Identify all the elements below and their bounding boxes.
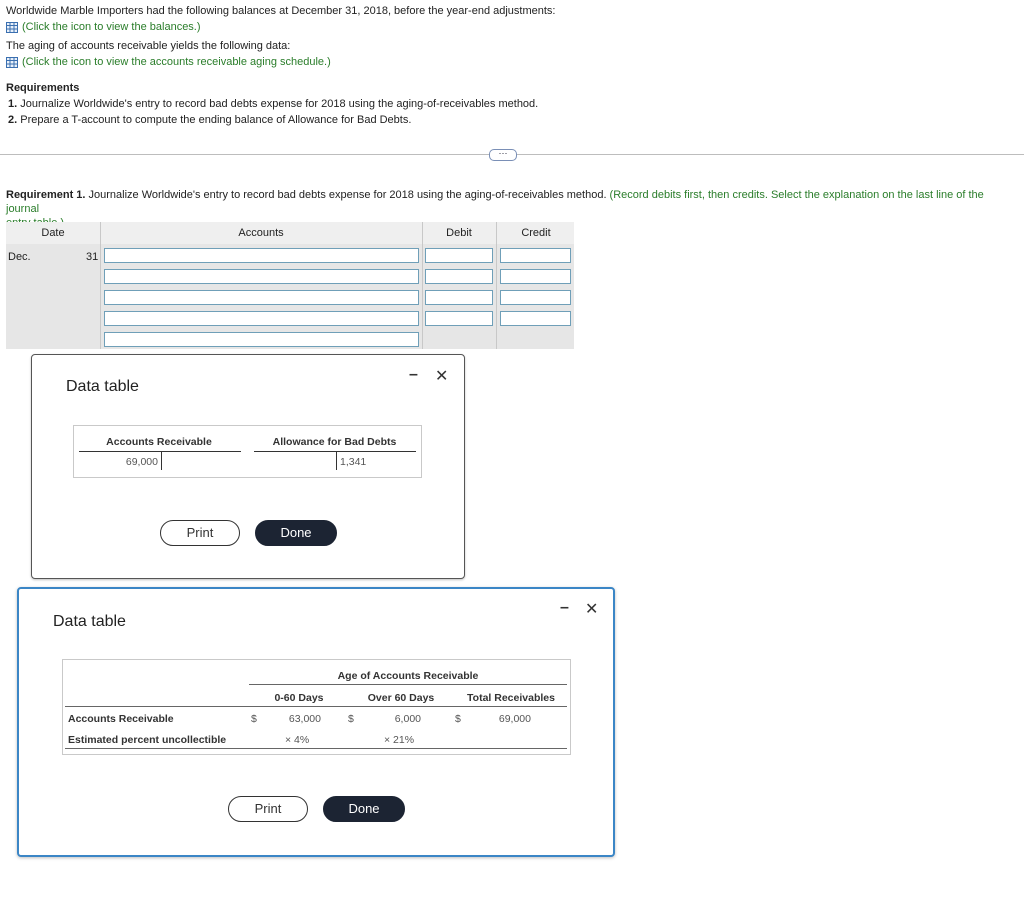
group-header: Age of Accounts Receivable bbox=[337, 670, 479, 682]
header-accounts: Accounts bbox=[238, 227, 284, 239]
t-account-stem bbox=[161, 452, 162, 470]
minimize-icon[interactable]: – bbox=[560, 599, 569, 617]
row-label: Estimated percent uncollectible bbox=[68, 734, 227, 746]
requirement-number: 2. bbox=[8, 114, 18, 126]
close-icon[interactable]: ✕ bbox=[435, 366, 448, 386]
requirement-item-2: 2. Prepare a T-account to compute the en… bbox=[8, 114, 411, 126]
explanation-input[interactable] bbox=[104, 332, 419, 347]
credit-input-1[interactable] bbox=[500, 248, 571, 263]
column-header: Over 60 Days bbox=[367, 692, 435, 704]
debit-input-4[interactable] bbox=[425, 311, 493, 326]
done-button[interactable]: Done bbox=[323, 796, 405, 822]
date-month: Dec. bbox=[8, 251, 31, 263]
print-button[interactable]: Print bbox=[228, 796, 308, 822]
balances-dialog: Data table – ✕ Accounts Receivable 69,00… bbox=[31, 354, 465, 579]
requirement-text: Prepare a T-account to compute the endin… bbox=[20, 114, 412, 126]
debit-input-1[interactable] bbox=[425, 248, 493, 263]
dialog-title: Data table bbox=[66, 378, 139, 395]
aging-link-text[interactable]: (Click the icon to view the accounts rec… bbox=[22, 56, 331, 68]
balances-link-text[interactable]: (Click the icon to view the balances.) bbox=[22, 21, 201, 33]
aging-schedule-dialog: Data table – ✕ Age of Accounts Receivabl… bbox=[17, 587, 615, 857]
debit-input-2[interactable] bbox=[425, 269, 493, 284]
intro-line-1: Worldwide Marble Importers had the follo… bbox=[6, 5, 556, 17]
requirement-number: 1. bbox=[8, 98, 18, 110]
currency-symbol: $ bbox=[455, 713, 461, 725]
row-label: Accounts Receivable bbox=[68, 713, 174, 725]
account-input-1[interactable] bbox=[104, 248, 419, 263]
t-account-name: Accounts Receivable bbox=[106, 436, 212, 448]
table-icon[interactable] bbox=[6, 56, 18, 68]
column-divider bbox=[100, 222, 101, 349]
currency-symbol: $ bbox=[251, 713, 257, 725]
header-credit: Credit bbox=[521, 227, 551, 239]
t-accounts-box: Accounts Receivable 69,000 Allowance for… bbox=[73, 425, 422, 478]
t-account-rule bbox=[254, 451, 416, 452]
column-divider bbox=[496, 222, 497, 349]
column-divider bbox=[422, 222, 423, 349]
column-header: 0-60 Days bbox=[274, 692, 324, 704]
cell-value: × 21% bbox=[384, 734, 415, 746]
journal-entry-table: Date Accounts Debit Credit Dec. 31 bbox=[6, 222, 574, 349]
table-icon[interactable] bbox=[6, 21, 18, 33]
account-input-3[interactable] bbox=[104, 290, 419, 305]
credit-input-3[interactable] bbox=[500, 290, 571, 305]
requirements-title: Requirements bbox=[6, 82, 80, 94]
requirement-item-1: 1. Journalize Worldwide's entry to recor… bbox=[8, 98, 538, 110]
account-input-2[interactable] bbox=[104, 269, 419, 284]
account-input-4[interactable] bbox=[104, 311, 419, 326]
t-account-rule bbox=[79, 451, 241, 452]
debit-input-3[interactable] bbox=[425, 290, 493, 305]
t-account-stem bbox=[336, 452, 337, 470]
date-day: 31 bbox=[86, 251, 99, 263]
aging-table: Age of Accounts Receivable 0-60 Days Ove… bbox=[62, 659, 571, 755]
header-date: Date bbox=[41, 227, 65, 239]
t-account-value: 1,341 bbox=[340, 456, 367, 468]
aging-link[interactable]: (Click the icon to view the accounts rec… bbox=[6, 56, 331, 68]
cell-value: 69,000 bbox=[498, 713, 531, 725]
dialog-title: Data table bbox=[53, 613, 126, 630]
requirement-text: Journalize Worldwide's entry to record b… bbox=[20, 98, 539, 110]
t-account-name: Allowance for Bad Debts bbox=[272, 436, 397, 448]
print-button[interactable]: Print bbox=[160, 520, 240, 546]
minimize-icon[interactable]: – bbox=[409, 366, 418, 384]
t-account-value: 69,000 bbox=[125, 456, 158, 468]
group-header-rule bbox=[249, 684, 567, 685]
credit-input-2[interactable] bbox=[500, 269, 571, 284]
done-button[interactable]: Done bbox=[255, 520, 337, 546]
footer-rule bbox=[65, 748, 567, 749]
more-options-button[interactable]: ⋯ bbox=[489, 149, 517, 161]
currency-symbol: $ bbox=[348, 713, 354, 725]
requirement-1-text: Journalize Worldwide's entry to record b… bbox=[85, 189, 607, 201]
close-icon[interactable]: ✕ bbox=[585, 599, 598, 619]
credit-input-4[interactable] bbox=[500, 311, 571, 326]
cell-value: 63,000 bbox=[288, 713, 321, 725]
balances-link[interactable]: (Click the icon to view the balances.) bbox=[6, 21, 201, 33]
column-header: Total Receivables bbox=[467, 692, 555, 704]
cell-value: × 4% bbox=[285, 734, 310, 746]
cell-value: 6,000 bbox=[394, 713, 421, 725]
header-debit: Debit bbox=[446, 227, 472, 239]
requirement-1-label: Requirement 1. bbox=[6, 189, 86, 201]
intro-line-2: The aging of accounts receivable yields … bbox=[6, 40, 291, 52]
header-rule bbox=[65, 706, 567, 707]
